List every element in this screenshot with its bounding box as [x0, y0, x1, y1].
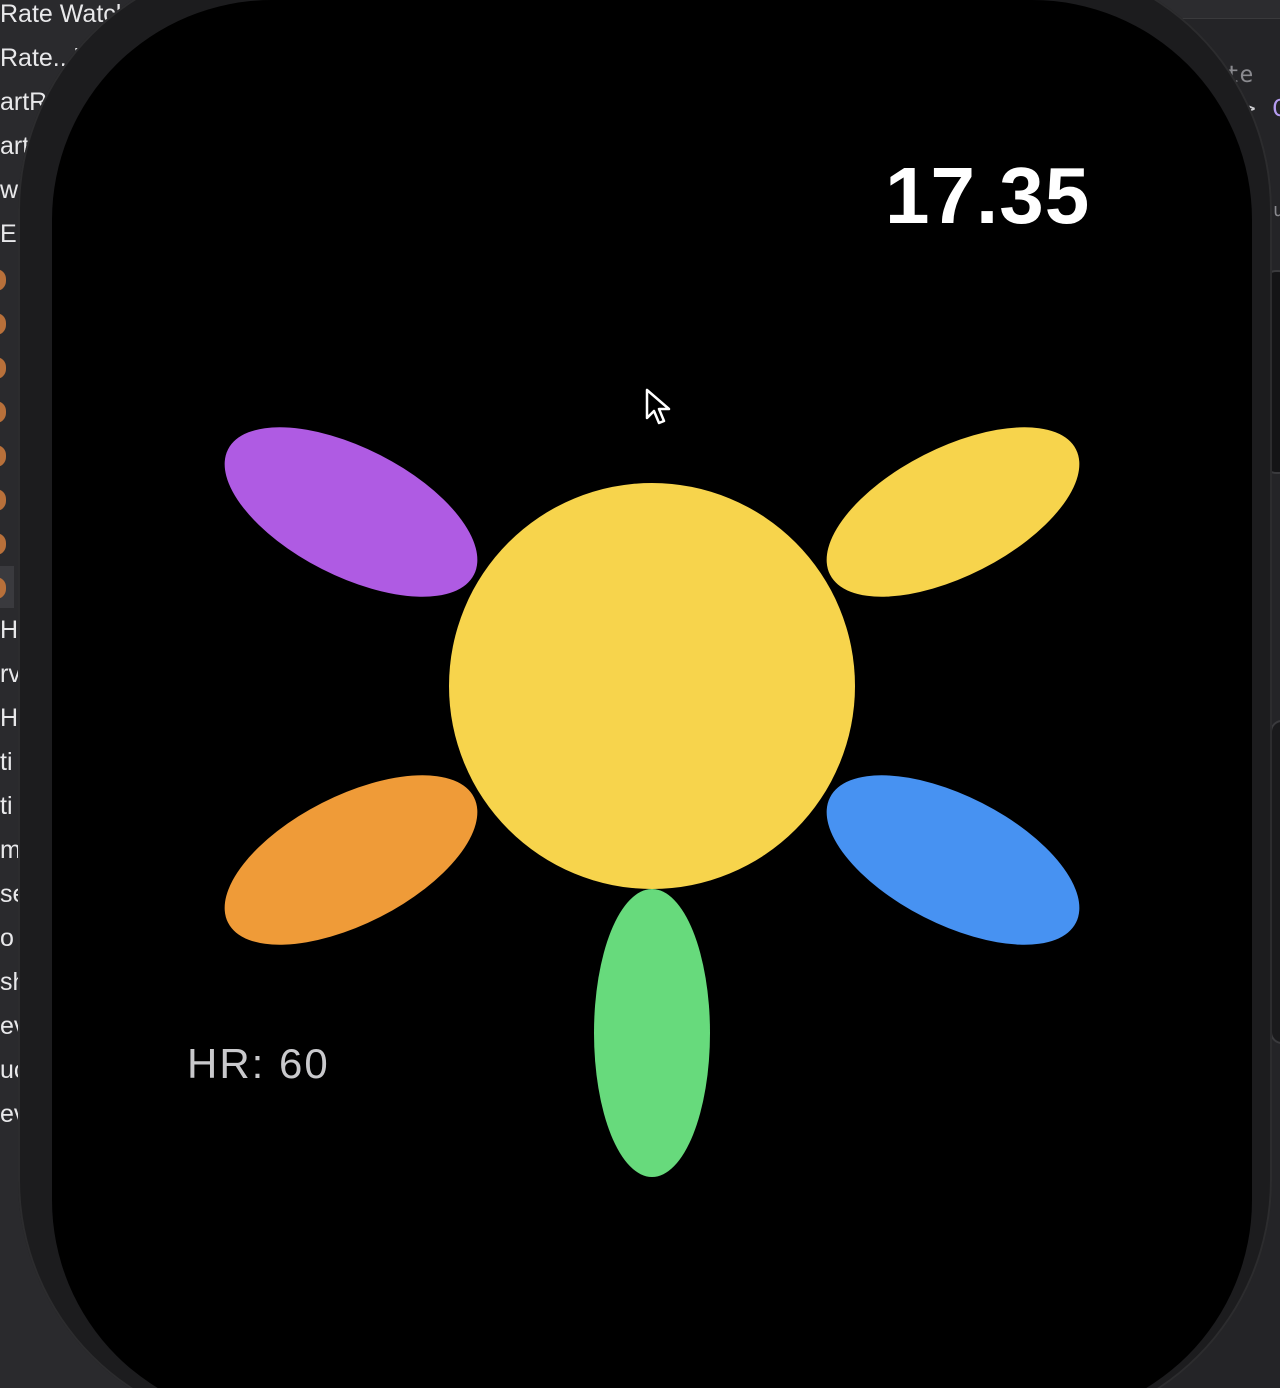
petal-bottom-right — [826, 775, 1080, 945]
flower-center — [449, 483, 855, 889]
watch-time: 17.35 — [885, 151, 1091, 240]
petal-bottom — [594, 889, 710, 1177]
simulator-stage: Rate WatchKit Rate...hKit artRate artRa … — [0, 0, 1280, 1388]
petal-bottom-left — [224, 775, 478, 945]
heart-rate-label: HR: 60 — [187, 1040, 330, 1087]
mouse-pointer-icon — [645, 388, 671, 425]
petal-top-right — [826, 427, 1080, 597]
petal-top-left — [224, 427, 478, 597]
